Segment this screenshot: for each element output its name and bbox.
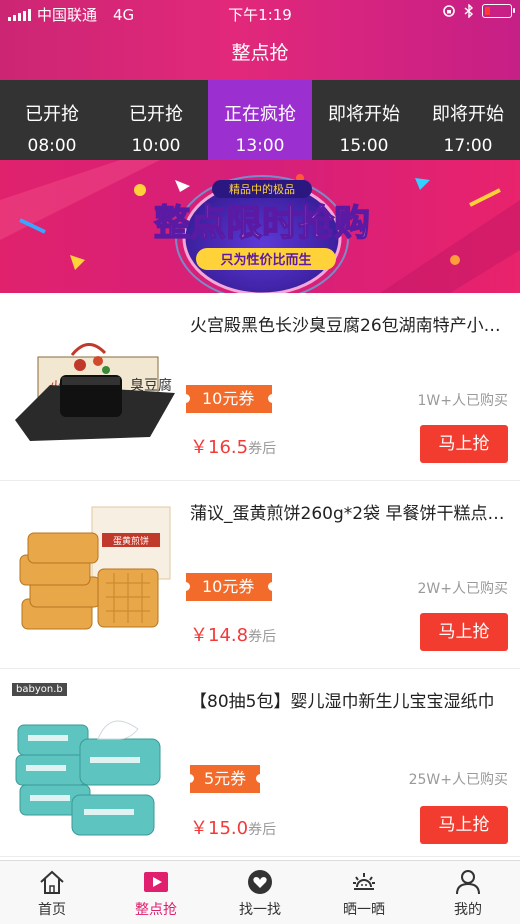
tab-time: 17:00: [443, 136, 493, 156]
promo-banner[interactable]: 精品中的极品 整点限时抢购 只为性价比而生: [0, 160, 520, 293]
tab-status: 即将开始: [328, 104, 400, 125]
waffle-image: 蛋黄煎饼: [10, 503, 175, 651]
banner-graphic: 精品中的极品 整点限时抢购 只为性价比而生: [0, 160, 520, 293]
tab-slot-1700[interactable]: 即将开始 17:00: [416, 80, 520, 160]
user-icon: [456, 870, 480, 895]
tab-time: 13:00: [235, 136, 285, 156]
tab-time: 15:00: [339, 136, 389, 156]
tab-discover[interactable]: 找一找: [208, 861, 312, 924]
coupon-badge: 5元券: [184, 765, 266, 793]
product-item[interactable]: 蛋黄煎饼 蒲议_蛋黄煎饼260g*2袋 早餐饼干糕点零食 10元券 2W+人已购…: [0, 481, 520, 669]
product-name[interactable]: 火宫殿黑色长沙臭豆腐26包湖南特产小吃零食: [190, 311, 516, 336]
price-suffix: 券后: [248, 441, 277, 457]
buy-now-button[interactable]: 马上抢: [420, 425, 508, 463]
coupon-badge: 10元券: [180, 385, 278, 413]
tab-label: 晒一晒: [343, 902, 385, 918]
tab-slot-1500[interactable]: 即将开始 15:00: [312, 80, 416, 160]
time-slot-tabs: 已开抢 08:00 已开抢 10:00 正在疯抢 13:00 即将开始 15:0…: [0, 80, 520, 160]
tab-slot-1000[interactable]: 已开抢 10:00: [104, 80, 208, 160]
product-item[interactable]: 火宫殿 臭豆腐 火宫殿黑色长沙臭豆腐26包湖南特产小吃零食 10元券 1W+人已…: [0, 293, 520, 481]
sold-count: 25W+人已购买: [408, 772, 508, 788]
tab-label: 找一找: [239, 902, 281, 918]
tab-status: 即将开始: [432, 104, 504, 125]
tab-status: 正在疯抢: [224, 104, 296, 125]
tab-status: 已开抢: [129, 104, 183, 125]
heart-icon: [248, 870, 272, 894]
sun-icon: [353, 873, 375, 890]
battery-icon: [482, 4, 515, 18]
price: ￥15.0券后: [190, 814, 276, 840]
tab-share[interactable]: 晒一晒: [312, 861, 416, 924]
product-list: 火宫殿 臭豆腐 火宫殿黑色长沙臭豆腐26包湖南特产小吃零食 10元券 1W+人已…: [0, 293, 520, 857]
price-value: ￥14.8: [190, 625, 249, 646]
tab-label: 整点抢: [135, 902, 177, 918]
price: ￥16.5券后: [190, 433, 276, 459]
wet-wipes-image: [10, 699, 175, 847]
product-name[interactable]: 蒲议_蛋黄煎饼260g*2袋 早餐饼干糕点零食: [190, 499, 516, 524]
play-icon: [144, 872, 168, 892]
stinky-tofu-image: 火宫殿 臭豆腐: [10, 315, 175, 463]
banner-headline: 整点限时抢购: [154, 202, 370, 244]
brand-tag: babyon.b: [12, 683, 67, 696]
tab-status: 已开抢: [25, 104, 79, 125]
tab-home[interactable]: 首页: [0, 861, 104, 924]
sold-count: 1W+人已购买: [417, 393, 508, 409]
sold-count: 2W+人已购买: [417, 581, 508, 597]
buy-now-button[interactable]: 马上抢: [420, 613, 508, 651]
price-value: ￥15.0: [190, 818, 249, 839]
bluetooth-icon: [464, 4, 474, 18]
page-title: 整点抢: [231, 42, 289, 64]
tab-time: 10:00: [131, 136, 181, 156]
tab-label: 我的: [454, 902, 482, 918]
svg-text:蛋黄煎饼: 蛋黄煎饼: [113, 535, 149, 547]
price-suffix: 券后: [248, 822, 277, 838]
coupon-badge: 10元券: [180, 573, 278, 601]
bottom-tab-bar: 首页 整点抢 找一找 晒一晒 我的: [0, 860, 520, 924]
banner-badge: 精品中的极品: [229, 182, 295, 196]
tab-flash-sale[interactable]: 整点抢: [104, 861, 208, 924]
product-item[interactable]: babyon.b 【80抽5包】婴儿湿巾新生儿宝宝湿纸巾 5元券 25W+人已购…: [0, 669, 520, 857]
price-suffix: 券后: [248, 629, 277, 645]
buy-now-button[interactable]: 马上抢: [420, 806, 508, 844]
banner-slogan: 只为性价比而生: [220, 252, 311, 268]
tab-time: 08:00: [27, 136, 77, 156]
tab-profile[interactable]: 我的: [416, 861, 520, 924]
orientation-lock-icon: [443, 5, 455, 17]
home-icon: [40, 870, 64, 894]
status-bar: 中国联通 4G 下午1:19: [0, 0, 520, 28]
tab-slot-1300[interactable]: 正在疯抢 13:00: [208, 80, 312, 160]
price-value: ￥16.5: [190, 437, 249, 458]
product-name[interactable]: 【80抽5包】婴儿湿巾新生儿宝宝湿纸巾: [190, 687, 516, 712]
header: 中国联通 4G 下午1:19 整点抢: [0, 0, 520, 80]
tab-slot-0800[interactable]: 已开抢 08:00: [0, 80, 104, 160]
price: ￥14.8券后: [190, 621, 276, 647]
tab-label: 首页: [38, 902, 66, 918]
